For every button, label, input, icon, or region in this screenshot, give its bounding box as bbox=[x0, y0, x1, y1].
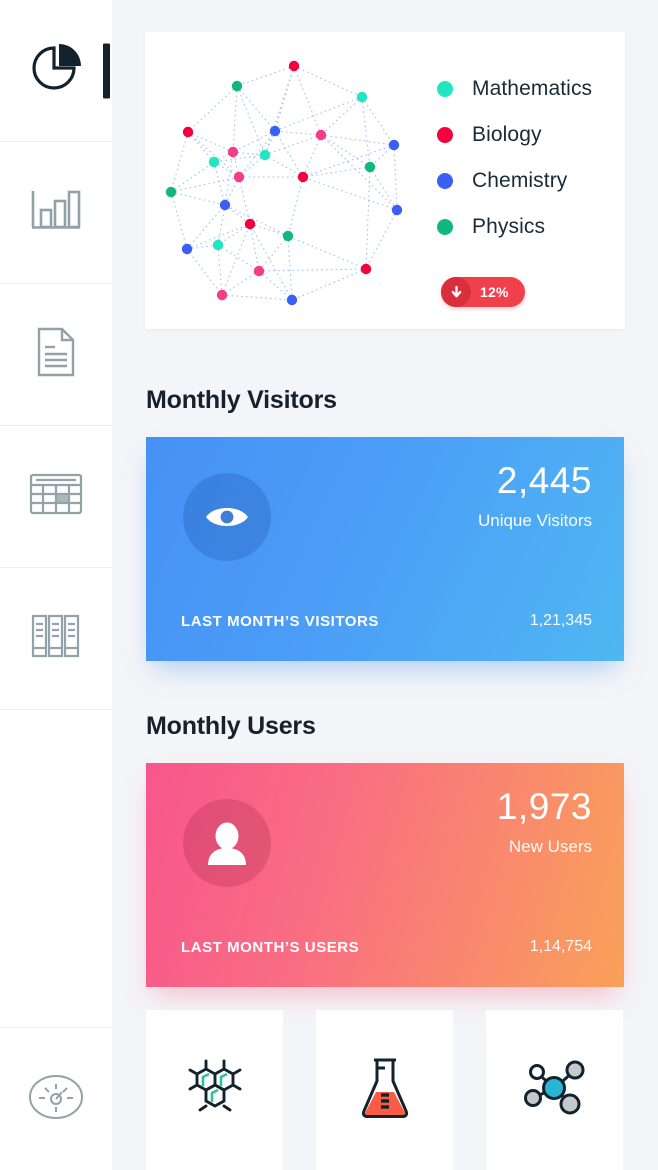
decline-badge-value: 12% bbox=[480, 284, 509, 300]
network-node[interactable] bbox=[269, 125, 281, 137]
books-icon bbox=[31, 613, 81, 664]
sidebar-item-table[interactable] bbox=[0, 426, 112, 568]
network-node[interactable] bbox=[315, 129, 327, 141]
legend-dot-chemistry bbox=[437, 173, 453, 189]
sidebar-item-bar-chart[interactable] bbox=[0, 142, 112, 284]
table-grid-icon bbox=[29, 473, 83, 520]
network-node[interactable] bbox=[282, 230, 294, 242]
visitors-footer-label: LAST MONTH’S VISITORS bbox=[181, 613, 379, 630]
network-node[interactable] bbox=[360, 263, 372, 275]
subjects-network-card: Mathematics Biology Chemistry Physics 12… bbox=[145, 32, 625, 329]
user-icon bbox=[183, 799, 271, 887]
network-node[interactable] bbox=[231, 80, 243, 92]
sidebar-item-settings[interactable] bbox=[0, 1028, 112, 1170]
sidebar-item-pie-chart[interactable] bbox=[0, 0, 112, 142]
monthly-users-title: Monthly Users bbox=[146, 712, 316, 740]
network-node[interactable] bbox=[208, 156, 220, 168]
legend-item-chemistry[interactable]: Chemistry bbox=[437, 158, 592, 204]
legend-dot-mathematics bbox=[437, 81, 453, 97]
main-content: Mathematics Biology Chemistry Physics 12… bbox=[112, 0, 658, 1170]
visitors-count: 2,445 bbox=[496, 460, 592, 501]
legend-item-mathematics[interactable]: Mathematics bbox=[437, 66, 592, 112]
atom-molecule-icon bbox=[522, 1057, 588, 1124]
document-icon bbox=[36, 327, 76, 382]
pie-chart-icon bbox=[28, 42, 84, 99]
sidebar-item-books[interactable] bbox=[0, 568, 112, 710]
sidebar-spacer bbox=[0, 710, 112, 1028]
legend-label-mathematics: Mathematics bbox=[472, 77, 593, 100]
flask-card[interactable] bbox=[316, 1010, 453, 1170]
dashboard-root: Mathematics Biology Chemistry Physics 12… bbox=[0, 0, 658, 1170]
sidebar-active-indicator bbox=[103, 43, 110, 98]
network-node[interactable] bbox=[212, 239, 224, 251]
users-count: 1,973 bbox=[496, 786, 592, 827]
network-node[interactable] bbox=[356, 91, 368, 103]
sidebar bbox=[0, 0, 112, 1170]
atom-card[interactable] bbox=[486, 1010, 623, 1170]
monthly-users-card[interactable]: 1,973 New Users LAST MONTH’S USERS 1,14,… bbox=[146, 763, 624, 987]
legend-label-physics: Physics bbox=[472, 215, 546, 238]
network-node[interactable] bbox=[259, 149, 271, 161]
network-node[interactable] bbox=[253, 265, 265, 277]
network-node[interactable] bbox=[391, 204, 403, 216]
users-footer-label: LAST MONTH’S USERS bbox=[181, 939, 360, 956]
legend-item-biology[interactable]: Biology bbox=[437, 112, 592, 158]
arrow-down-icon bbox=[441, 277, 471, 307]
network-node[interactable] bbox=[216, 289, 228, 301]
network-node[interactable] bbox=[364, 161, 376, 173]
network-node[interactable] bbox=[227, 146, 239, 158]
network-node[interactable] bbox=[182, 126, 194, 138]
legend-dot-physics bbox=[437, 219, 453, 235]
molecule-hexagon-icon bbox=[181, 1056, 249, 1125]
legend-label-chemistry: Chemistry bbox=[472, 169, 568, 192]
visitors-sublabel: Unique Visitors bbox=[477, 511, 592, 530]
decline-badge[interactable]: 12% bbox=[441, 277, 525, 307]
legend-dot-biology bbox=[437, 127, 453, 143]
users-footer-value: 1,14,754 bbox=[529, 938, 592, 955]
compass-settings-icon bbox=[27, 1073, 85, 1126]
legend-label-biology: Biology bbox=[472, 123, 542, 146]
users-sublabel: New Users bbox=[508, 837, 592, 856]
eye-icon bbox=[183, 473, 271, 561]
network-node[interactable] bbox=[388, 139, 400, 151]
molecule-hexagons-card[interactable] bbox=[146, 1010, 283, 1170]
monthly-visitors-title: Monthly Visitors bbox=[146, 386, 337, 414]
network-node[interactable] bbox=[219, 199, 231, 211]
network-graph bbox=[165, 60, 403, 306]
network-node[interactable] bbox=[181, 243, 193, 255]
network-node[interactable] bbox=[233, 171, 245, 183]
network-node[interactable] bbox=[288, 60, 300, 72]
network-node[interactable] bbox=[165, 186, 177, 198]
network-node[interactable] bbox=[286, 294, 298, 306]
network-node[interactable] bbox=[244, 218, 256, 230]
subject-legend: Mathematics Biology Chemistry Physics bbox=[437, 66, 592, 250]
monthly-visitors-card[interactable]: 2,445 Unique Visitors LAST MONTH’S VISIT… bbox=[146, 437, 624, 661]
erlenmeyer-flask-icon bbox=[359, 1055, 411, 1126]
sidebar-item-document[interactable] bbox=[0, 284, 112, 426]
visitors-footer-value: 1,21,345 bbox=[529, 612, 592, 629]
network-node[interactable] bbox=[297, 171, 309, 183]
bar-chart-icon bbox=[30, 187, 82, 238]
legend-item-physics[interactable]: Physics bbox=[437, 204, 592, 250]
